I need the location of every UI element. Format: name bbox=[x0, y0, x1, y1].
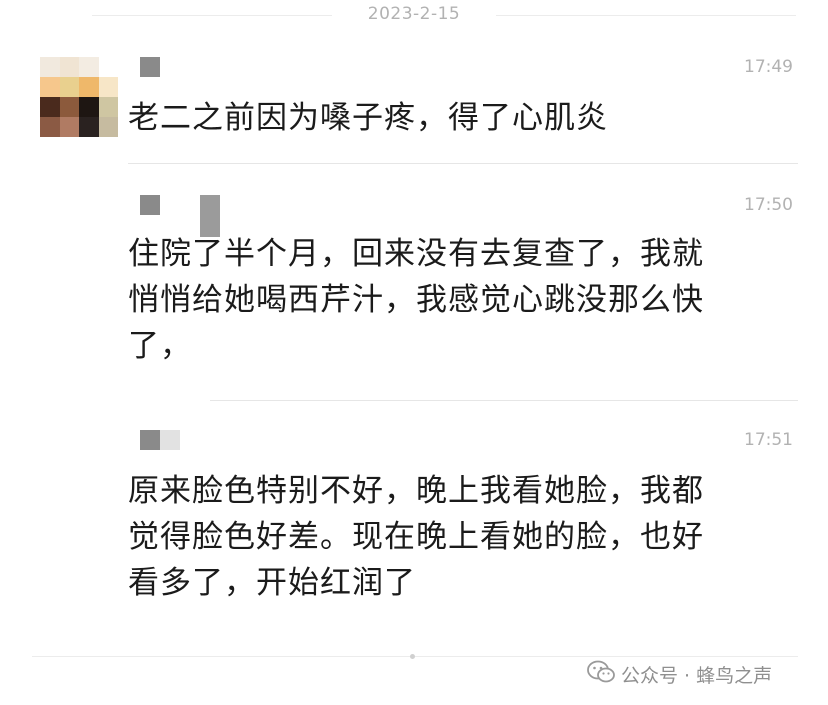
redaction-block bbox=[160, 430, 180, 450]
date-line-right bbox=[496, 15, 796, 16]
chat-message: 17:50 住院了半个月，回来没有去复查了，我就 悄悄给她喝西芹汁，我感觉心跳没… bbox=[128, 195, 798, 369]
redaction-block bbox=[140, 195, 160, 215]
date-label: 2023-2-15 bbox=[367, 4, 461, 24]
avatar[interactable] bbox=[40, 57, 118, 137]
chat-message: 17:49 老二之前因为嗓子疼，得了心肌炎 bbox=[128, 57, 798, 141]
redaction-block bbox=[140, 57, 160, 77]
watermark: 公众号 · 蜂鸟之声 bbox=[587, 660, 772, 688]
message-text: 老二之前因为嗓子疼，得了心肌炎 bbox=[128, 100, 608, 136]
message-divider bbox=[210, 400, 798, 401]
chat-message: 17:51 原来脸色特别不好，晚上我看她脸，我都 觉得脸色好差。现在晚上看她的脸… bbox=[128, 430, 798, 606]
date-separator: 2023-2-15 bbox=[0, 0, 828, 30]
sender-name-redacted: 17:50 bbox=[128, 195, 798, 237]
footer-divider bbox=[32, 656, 798, 657]
message-divider bbox=[128, 163, 798, 164]
date-line-left bbox=[92, 15, 332, 16]
redaction-block bbox=[200, 195, 220, 237]
message-text: 住院了半个月，回来没有去复查了，我就 悄悄给她喝西芹汁，我感觉心跳没那么快 了， bbox=[128, 236, 704, 364]
wechat-icon bbox=[587, 660, 615, 689]
sender-name-redacted: 17:51 bbox=[128, 430, 798, 452]
message-text: 原来脸色特别不好，晚上我看她脸，我都 觉得脸色好差。现在晚上看她的脸，也好 看多… bbox=[128, 473, 704, 601]
watermark-text: 公众号 · 蜂鸟之声 bbox=[621, 664, 773, 687]
message-time: 17:50 bbox=[744, 195, 793, 215]
message-time: 17:49 bbox=[744, 57, 793, 77]
sender-name-redacted: 17:49 bbox=[128, 57, 798, 79]
redaction-block bbox=[140, 430, 160, 450]
message-time: 17:51 bbox=[744, 430, 793, 450]
footer-dot bbox=[410, 654, 415, 659]
